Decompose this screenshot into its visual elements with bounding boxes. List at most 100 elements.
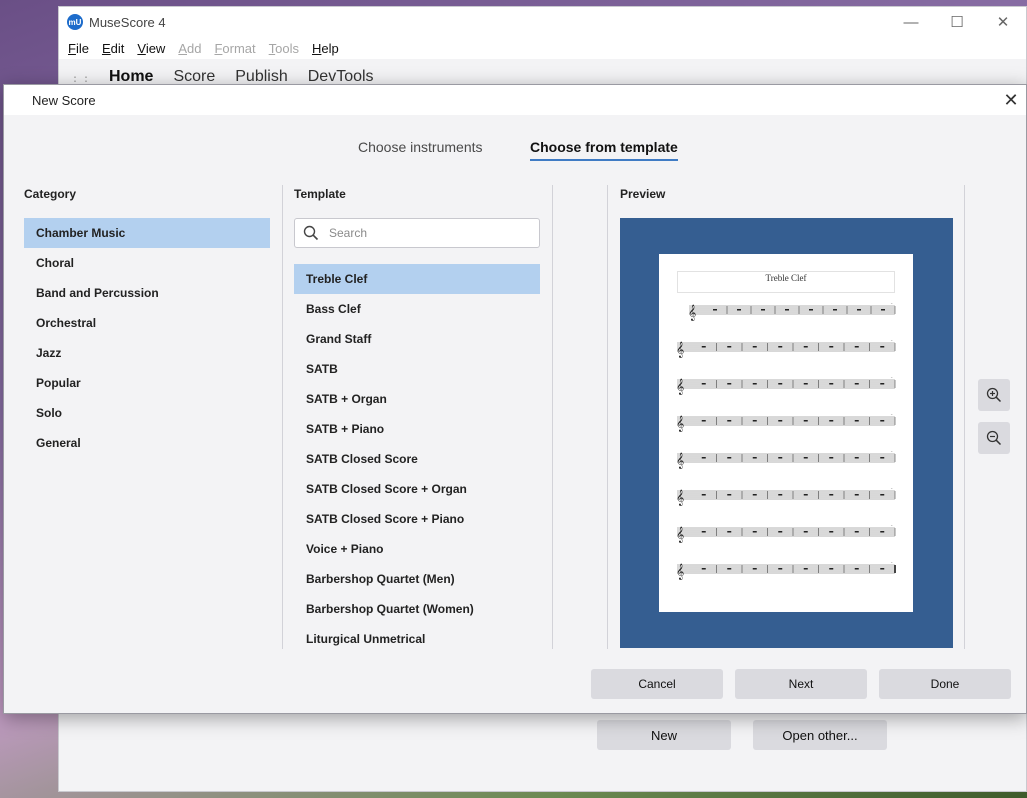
whole-rest [803, 568, 808, 570]
whole-rest [880, 494, 885, 496]
close-icon[interactable]: ✕ [996, 85, 1026, 115]
zoom-out-button[interactable] [978, 422, 1010, 454]
whole-rest [829, 494, 834, 496]
cancel-button[interactable]: Cancel [591, 669, 723, 699]
whole-rest [854, 383, 859, 385]
template-item[interactable]: Voice + Piano [294, 534, 540, 564]
template-item[interactable]: Treble Clef [294, 264, 540, 294]
dialog-titlebar: New Score ✕ [4, 85, 1026, 115]
done-button[interactable]: Done [879, 669, 1011, 699]
next-button[interactable]: Next [735, 669, 867, 699]
menu-help[interactable]: Help [312, 41, 339, 56]
whole-rest [854, 420, 859, 422]
open-other-button[interactable]: Open other... [753, 720, 887, 750]
template-item[interactable]: Grand Staff [294, 324, 540, 354]
template-item[interactable]: SATB [294, 354, 540, 384]
whole-rest [752, 531, 757, 533]
template-item[interactable]: Bass Clef [294, 294, 540, 324]
whole-rest [752, 346, 757, 348]
template-list: Treble Clef Bass Clef Grand Staff SATB SATB … [294, 264, 540, 654]
zoom-out-icon [986, 430, 1002, 446]
close-window-icon[interactable]: ✕ [980, 7, 1026, 37]
menu-edit[interactable]: Edit [102, 41, 124, 56]
category-item[interactable]: Choral [24, 248, 270, 278]
divider [607, 185, 608, 649]
menu-bar: File Edit View Add Format Tools Help [59, 37, 1026, 59]
whole-rest [785, 309, 789, 311]
whole-rest [803, 383, 808, 385]
new-score-dialog: New Score ✕ Choose instruments Choose fr… [3, 84, 1027, 714]
maximize-icon[interactable]: ☐ [934, 7, 980, 37]
treble-clef-icon: 𝄞 [676, 379, 684, 395]
measure-marker: ⌄ [890, 485, 893, 490]
menu-label-rest: iew [145, 40, 166, 56]
whole-rest [829, 457, 834, 459]
zoom-in-icon [986, 387, 1002, 403]
whole-rest [829, 420, 834, 422]
whole-rest [727, 383, 732, 385]
menu-file[interactable]: File [68, 41, 89, 56]
menu-label-rest: dit [110, 40, 125, 56]
main-titlebar: mU MuseScore 4 — ☐ ✕ [59, 7, 1026, 37]
menu-mnemonic: H [312, 40, 322, 56]
tab-choose-instruments[interactable]: Choose instruments [358, 139, 483, 159]
whole-rest [803, 531, 808, 533]
category-item[interactable]: Orchestral [24, 308, 270, 338]
template-item[interactable]: Liturgical Unmetrical [294, 624, 540, 654]
menu-label-rest: dd [187, 40, 202, 56]
whole-rest [854, 568, 859, 570]
template-item[interactable]: SATB Closed Score + Piano [294, 504, 540, 534]
whole-rest [854, 346, 859, 348]
measure-marker: ⌄ [890, 559, 893, 564]
zoom-in-button[interactable] [978, 379, 1010, 411]
whole-rest [880, 420, 885, 422]
template-heading: Template [294, 187, 346, 201]
whole-rest [829, 346, 834, 348]
menu-label-rest: ile [75, 40, 89, 56]
divider [964, 185, 965, 649]
whole-rest [880, 568, 885, 570]
category-item[interactable]: Band and Percussion [24, 278, 270, 308]
template-search-field[interactable] [294, 218, 540, 248]
preview-heading: Preview [620, 187, 666, 201]
new-score-button[interactable]: New [597, 720, 731, 750]
dialog-title: New Score [32, 92, 96, 108]
measure-marker: ⌄ [890, 448, 893, 453]
treble-clef-icon: 𝄞 [676, 342, 684, 358]
category-item[interactable]: Solo [24, 398, 270, 428]
search-input[interactable] [329, 226, 519, 240]
whole-rest [778, 383, 783, 385]
divider [282, 185, 283, 649]
menu-label-rest: ools [275, 40, 300, 56]
menu-view[interactable]: View [137, 41, 165, 56]
whole-rest [727, 457, 732, 459]
whole-rest [829, 568, 834, 570]
minimize-icon[interactable]: — [888, 7, 934, 37]
template-item[interactable]: SATB + Organ [294, 384, 540, 414]
whole-rest [727, 568, 732, 570]
template-item[interactable]: SATB + Piano [294, 414, 540, 444]
menu-mnemonic: F [68, 40, 76, 56]
menu-label-rest: elp [321, 40, 339, 56]
whole-rest [778, 531, 783, 533]
whole-rest [880, 531, 885, 533]
measure-marker: ⌄ [890, 300, 893, 305]
category-item[interactable]: General [24, 428, 270, 458]
tab-choose-from-template[interactable]: Choose from template [530, 139, 678, 161]
whole-rest [778, 568, 783, 570]
whole-rest [803, 494, 808, 496]
template-item[interactable]: SATB Closed Score [294, 444, 540, 474]
template-item[interactable]: Barbershop Quartet (Women) [294, 594, 540, 624]
template-item[interactable]: Barbershop Quartet (Men) [294, 564, 540, 594]
whole-rest [880, 457, 885, 459]
whole-rest [803, 457, 808, 459]
category-item[interactable]: Chamber Music [24, 218, 270, 248]
whole-rest [727, 420, 732, 422]
whole-rest [809, 309, 813, 311]
template-item[interactable]: SATB Closed Score + Organ [294, 474, 540, 504]
whole-rest [701, 383, 706, 385]
menu-mnemonic: E [101, 40, 111, 56]
treble-clef-icon: 𝄞 [676, 527, 684, 543]
category-item[interactable]: Popular [24, 368, 270, 398]
category-item[interactable]: Jazz [24, 338, 270, 368]
